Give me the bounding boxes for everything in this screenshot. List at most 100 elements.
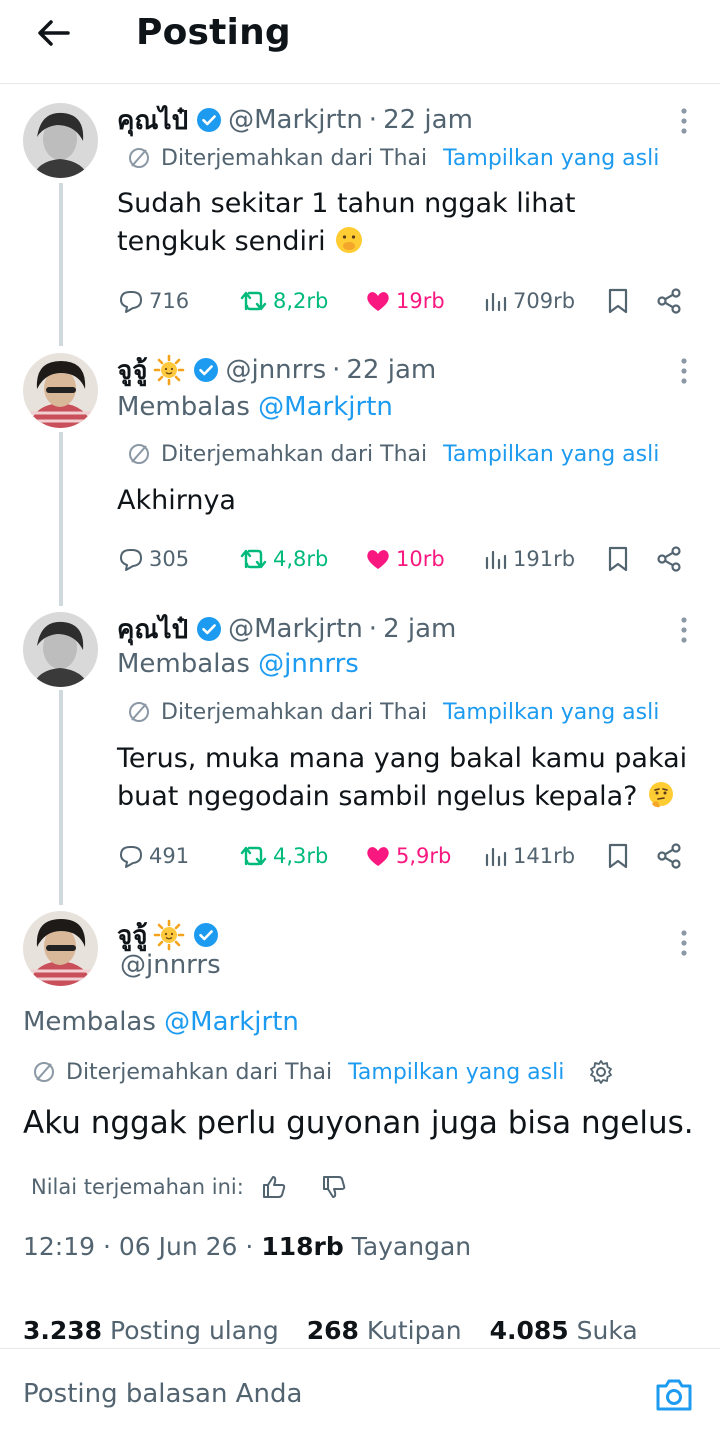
repost-button[interactable]: 4,3rb bbox=[239, 838, 328, 874]
views-label: Tayangan bbox=[343, 1232, 472, 1261]
views-count: 118rb bbox=[261, 1232, 344, 1261]
post-text: Sudah sekitar 1 tahun nggak lihat tengku… bbox=[117, 185, 677, 261]
display-name[interactable]: จูจู้ bbox=[117, 350, 147, 391]
reply-count: 491 bbox=[149, 844, 190, 868]
avatar[interactable] bbox=[23, 612, 98, 687]
avatar[interactable] bbox=[23, 353, 98, 428]
repost-icon bbox=[240, 549, 267, 569]
replying-to-label: Membalas bbox=[117, 392, 250, 422]
display-name[interactable]: คุณไป๋ bbox=[117, 100, 188, 141]
post-text: Akhirnya bbox=[117, 485, 236, 516]
reply-icon bbox=[120, 291, 142, 313]
user-handle[interactable]: @Markjrtn bbox=[228, 105, 363, 135]
reply-icon bbox=[120, 549, 142, 571]
post-time[interactable]: 2 jam bbox=[383, 614, 456, 644]
views-button[interactable]: 141rb bbox=[483, 838, 575, 874]
translation-notice: Diterjemahkan dari Thai Tampilkan yang a… bbox=[127, 143, 659, 173]
reply-input[interactable]: Posting balasan Anda bbox=[23, 1379, 302, 1409]
sun-emoji-icon bbox=[154, 919, 185, 951]
avatar[interactable] bbox=[23, 103, 98, 178]
thumbs-down-icon[interactable] bbox=[320, 1173, 348, 1201]
replying-to-label: Membalas bbox=[117, 649, 250, 679]
replying-to: Membalas @Markjrtn bbox=[117, 392, 393, 422]
thread-post[interactable]: คุณไป๋ @Markjrtn · 22 jam Diterjemahkan … bbox=[0, 100, 720, 340]
replying-to: Membalas @Markjrtn bbox=[23, 1007, 299, 1037]
post-text-line: buat ngegodain sambil ngelus kepala? bbox=[117, 781, 638, 812]
reply-count: 305 bbox=[149, 547, 190, 571]
share-icon[interactable] bbox=[655, 545, 683, 573]
show-original-link[interactable]: Tampilkan yang asli bbox=[348, 1060, 564, 1085]
repost-icon bbox=[240, 291, 267, 311]
like-count: 5,9rb bbox=[396, 844, 452, 868]
bookmark-icon[interactable] bbox=[607, 287, 629, 315]
verified-badge-icon bbox=[194, 358, 219, 382]
quotes-count: 268 bbox=[306, 1316, 359, 1345]
like-button[interactable]: 10rb bbox=[364, 541, 445, 577]
reposts-count: 3.238 bbox=[23, 1316, 103, 1345]
share-icon[interactable] bbox=[655, 287, 683, 315]
thread-post[interactable]: คุณไป๋ @Markjrtn · 2 jam Membalas @jnnrr… bbox=[0, 609, 720, 889]
likes-stat[interactable]: 4.085 Suka bbox=[490, 1316, 638, 1345]
post-text: Terus, muka mana yang bakal kamu pakai b… bbox=[117, 740, 697, 816]
bookmark-icon[interactable] bbox=[607, 842, 629, 870]
thumbs-up-icon[interactable] bbox=[260, 1173, 288, 1201]
translation-notice: Diterjemahkan dari Thai Tampilkan yang a… bbox=[127, 697, 659, 727]
repost-button[interactable]: 4,8rb bbox=[239, 541, 328, 577]
show-original-link[interactable]: Tampilkan yang asli bbox=[443, 146, 659, 171]
more-options-icon[interactable] bbox=[678, 106, 690, 136]
translation-notice: Diterjemahkan dari Thai Tampilkan yang a… bbox=[32, 1056, 614, 1088]
translated-from-label: Diterjemahkan dari Thai bbox=[161, 699, 428, 725]
mention-link[interactable]: @jnnrrs bbox=[258, 649, 359, 679]
thread-post[interactable]: จูจู้ @jnnrrs · 22 jam Membalas @Markjrt… bbox=[0, 350, 720, 590]
avatar[interactable] bbox=[23, 911, 98, 986]
show-original-link[interactable]: Tampilkan yang asli bbox=[443, 442, 659, 467]
reply-button[interactable]: 305 bbox=[117, 541, 189, 577]
reply-button[interactable]: 716 bbox=[117, 283, 189, 319]
post-actions: 716 8,2rb 19rb 709rb bbox=[117, 283, 687, 319]
user-handle[interactable]: @jnnrrs bbox=[225, 355, 326, 385]
reposts-stat[interactable]: 3.238 Posting ulang bbox=[23, 1316, 279, 1345]
camera-icon[interactable] bbox=[654, 1377, 694, 1413]
translation-notice: Diterjemahkan dari Thai Tampilkan yang a… bbox=[127, 439, 659, 469]
back-arrow-icon[interactable] bbox=[34, 14, 72, 52]
sun-emoji-icon bbox=[154, 354, 185, 386]
page-title: Posting bbox=[136, 12, 291, 53]
views-chart-icon bbox=[485, 292, 507, 312]
verified-badge-icon bbox=[197, 108, 222, 132]
post-time[interactable]: 22 jam bbox=[383, 105, 473, 135]
reply-button[interactable]: 491 bbox=[117, 838, 189, 874]
translated-from-label: Diterjemahkan dari Thai bbox=[161, 441, 428, 467]
translate-icon bbox=[129, 148, 149, 168]
post-header: คุณไป๋ @Markjrtn · 22 jam bbox=[117, 100, 473, 140]
gear-icon[interactable] bbox=[588, 1059, 614, 1085]
post-text-line: Terus, muka mana yang bakal kamu pakai bbox=[117, 743, 688, 774]
translate-icon bbox=[129, 702, 149, 722]
like-button[interactable]: 19rb bbox=[364, 283, 445, 319]
show-original-link[interactable]: Tampilkan yang asli bbox=[443, 700, 659, 725]
mention-link[interactable]: @Markjrtn bbox=[164, 1007, 299, 1037]
user-handle[interactable]: @jnnrrs bbox=[120, 950, 221, 980]
more-options-icon[interactable] bbox=[678, 615, 690, 645]
post-header: จูจู้ @jnnrrs · 22 jam bbox=[117, 350, 436, 390]
translated-from-label: Diterjemahkan dari Thai bbox=[161, 145, 428, 171]
like-count: 19rb bbox=[396, 289, 445, 313]
display-name[interactable]: คุณไป๋ bbox=[117, 609, 188, 650]
views-button[interactable]: 709rb bbox=[483, 283, 575, 319]
mention-link[interactable]: @Markjrtn bbox=[258, 392, 393, 422]
post-time[interactable]: 22 jam bbox=[346, 355, 436, 385]
user-handle[interactable]: @Markjrtn bbox=[228, 614, 363, 644]
more-options-icon[interactable] bbox=[678, 928, 690, 958]
quotes-stat[interactable]: 268 Kutipan bbox=[307, 1316, 462, 1345]
bookmark-icon[interactable] bbox=[607, 545, 629, 573]
engagement-stats: 3.238 Posting ulang 268 Kutipan 4.085 Su… bbox=[23, 1316, 638, 1345]
repost-count: 8,2rb bbox=[273, 289, 329, 313]
share-icon[interactable] bbox=[655, 842, 683, 870]
views-button[interactable]: 191rb bbox=[483, 541, 575, 577]
main-post-text: Aku nggak perlu guyonan juga bisa ngelus… bbox=[23, 1105, 694, 1141]
post-timestamp[interactable]: 12:19 · 06 Jun 26 · bbox=[23, 1232, 261, 1261]
heart-icon bbox=[367, 550, 389, 569]
more-options-icon[interactable] bbox=[678, 356, 690, 386]
repost-button[interactable]: 8,2rb bbox=[239, 283, 328, 319]
like-button[interactable]: 5,9rb bbox=[364, 838, 451, 874]
views-count: 141rb bbox=[513, 844, 576, 868]
